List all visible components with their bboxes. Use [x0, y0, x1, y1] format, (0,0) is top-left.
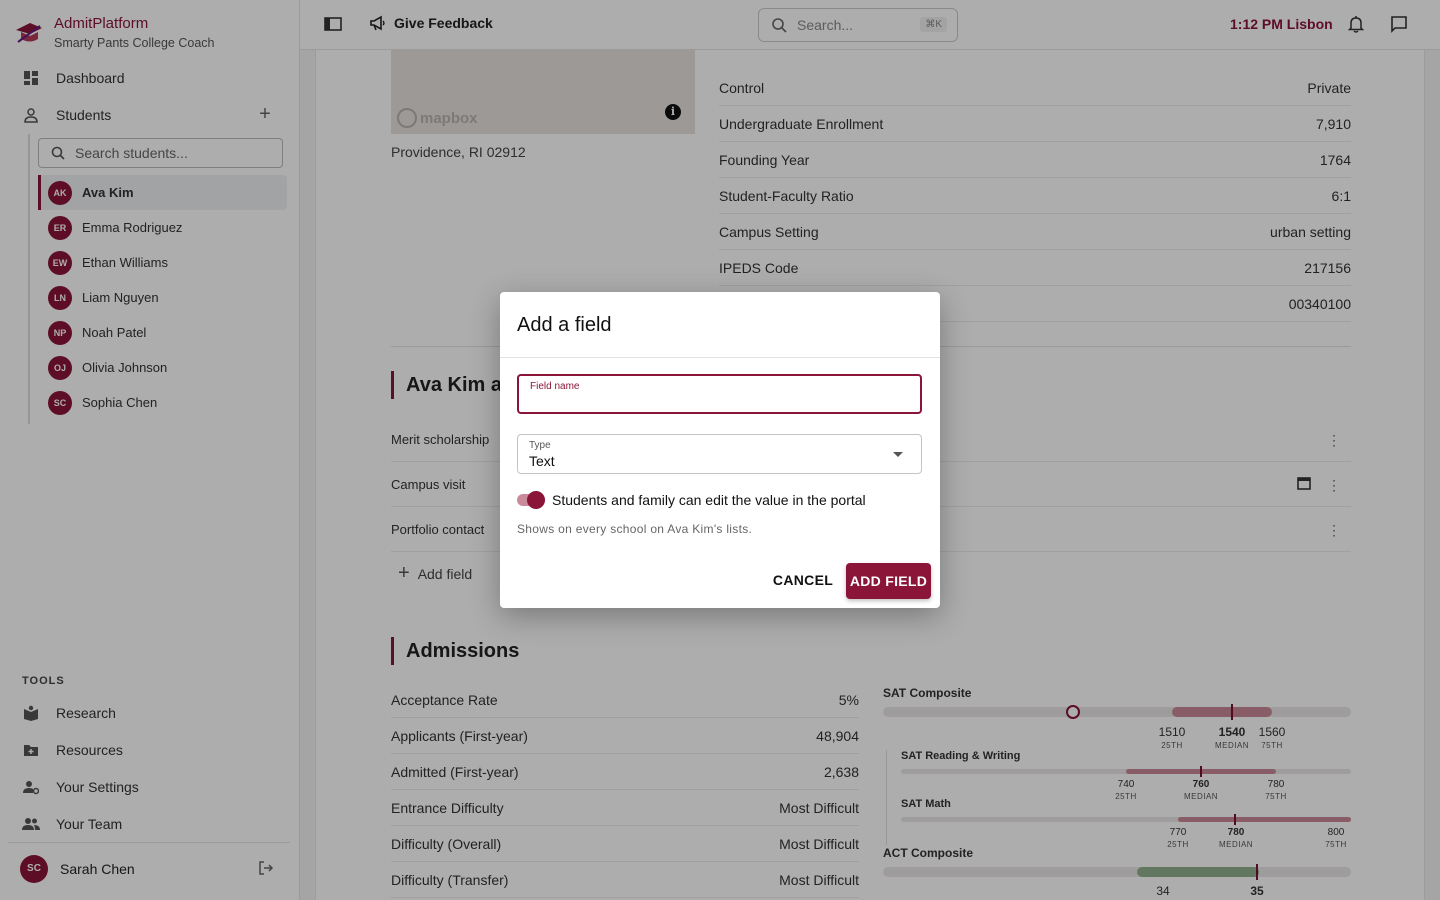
field-name-label: Field name: [530, 381, 580, 392]
type-select[interactable]: Type Text: [517, 434, 922, 474]
type-label: Type: [529, 440, 551, 451]
field-name-input[interactable]: [529, 394, 909, 410]
field-name-field[interactable]: Field name: [517, 374, 922, 414]
add-field-dialog: Add a field Field name Type Text Student…: [500, 292, 940, 608]
portal-edit-toggle[interactable]: [517, 491, 545, 509]
add-field-submit-button[interactable]: ADD FIELD: [846, 563, 931, 599]
dialog-divider: [500, 357, 940, 358]
caret-down-icon: [893, 452, 903, 457]
type-selected-value: Text: [529, 453, 555, 469]
toggle-knob: [527, 491, 545, 509]
dialog-helper-text: Shows on every school on Ava Kim's lists…: [517, 522, 753, 536]
portal-edit-toggle-label: Students and family can edit the value i…: [552, 492, 866, 508]
cancel-button[interactable]: CANCEL: [768, 565, 838, 595]
dialog-title: Add a field: [517, 314, 612, 336]
